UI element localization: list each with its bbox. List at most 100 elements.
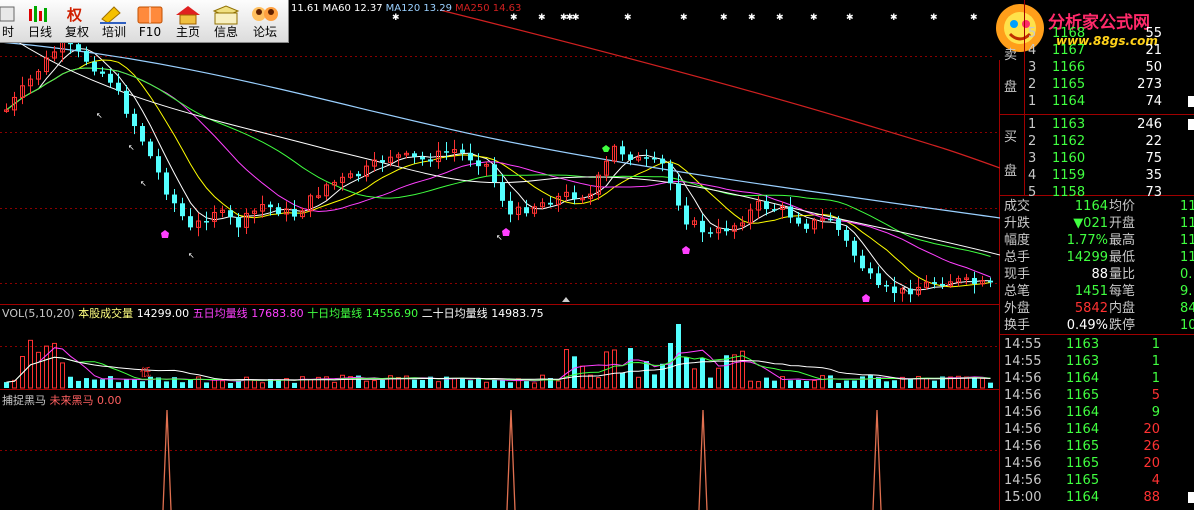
toolbar-button-label: F10	[138, 25, 162, 39]
toolbar-button-4[interactable]: F10	[132, 2, 168, 40]
daily-kline-icon	[29, 6, 47, 22]
arrow-marker: ↖	[188, 251, 195, 260]
volume-bar	[764, 377, 769, 388]
sell-level: 5	[1028, 26, 1037, 41]
sell-volume: 21	[1145, 43, 1162, 58]
volume-bar	[972, 377, 977, 388]
tick-price: 1165	[1066, 388, 1100, 403]
tick-price: 1163	[1066, 337, 1100, 352]
toolbar-button-label: 信息	[213, 25, 238, 39]
low-marker: 低	[140, 366, 151, 379]
toolbar-button-2[interactable]: 权复权	[59, 2, 95, 40]
candle-body	[524, 207, 529, 214]
volume-bar	[260, 382, 265, 389]
top-marker: ✱	[680, 13, 688, 23]
candle-body	[116, 82, 121, 91]
indicator-spikes	[162, 409, 882, 510]
toolbar-button-6[interactable]: 信息	[208, 2, 244, 40]
buy-level: 2	[1028, 134, 1037, 149]
tick-price: 1164	[1066, 405, 1100, 420]
buy-level: 3	[1028, 151, 1037, 166]
stat-label: 最低	[1109, 250, 1136, 265]
candle-body	[148, 141, 153, 157]
volume-bar	[692, 368, 697, 389]
stat-value: 11	[1180, 233, 1194, 248]
volume-bar	[244, 376, 249, 389]
volume-bar	[652, 374, 657, 388]
top-marker: ✱	[538, 13, 546, 23]
candle-body	[428, 159, 433, 162]
sell-level: 4	[1028, 43, 1037, 58]
buy-price: 1162	[1052, 134, 1086, 149]
home-icon	[176, 6, 200, 25]
candle-body	[628, 154, 633, 161]
volume-bar	[580, 365, 585, 389]
stat-label: 跌停	[1109, 318, 1136, 333]
candle-body	[700, 220, 705, 233]
stat-label: 量比	[1109, 267, 1136, 282]
candlestick-series	[4, 27, 993, 303]
stat-label: 幅度	[1004, 233, 1031, 248]
volume-bar	[772, 380, 777, 388]
tick-volume: 88	[1143, 490, 1160, 505]
volume-bar	[484, 381, 489, 389]
toolbar-button-3[interactable]: 培训	[96, 2, 132, 40]
candle-body	[412, 153, 417, 157]
toolbar-button-label: 日线	[27, 25, 52, 39]
arrow-marker: ↖	[128, 143, 135, 152]
volume-bar	[612, 349, 617, 389]
candle-body	[652, 157, 657, 160]
volume-bar	[828, 375, 833, 388]
stat-value: 9.	[1180, 284, 1193, 299]
volume-legend: VOL(5,10,20) 本股成交量 14299.00 五日均量线 17683.…	[2, 306, 544, 320]
toolbar-button-1[interactable]: 日线	[22, 2, 58, 40]
sell-price: 1165	[1052, 77, 1086, 92]
tick-volume: 4	[1151, 473, 1160, 488]
tick-volume: 5	[1151, 388, 1160, 403]
candle-body	[572, 192, 577, 200]
top-marker: ✱	[748, 13, 756, 23]
volume-bar	[836, 382, 841, 388]
quote-panel: 卖盘 5 1168 55 4 1167 21 3 1166 50 2 1165 273 1 1164 74 买盘…	[1000, 0, 1194, 510]
volume-bar	[412, 379, 417, 388]
stat-value: 11	[1180, 250, 1194, 265]
volume-bar	[884, 381, 889, 388]
candle-body	[988, 280, 993, 283]
candle-body	[644, 157, 649, 159]
tick-time: 14:56	[1004, 422, 1042, 437]
volume-bar	[372, 380, 377, 389]
ma-legend-item: MA60 12.37	[322, 3, 383, 14]
volume-bar	[628, 348, 633, 388]
forum-icon	[252, 7, 278, 21]
arrow-marker: ↖	[902, 285, 909, 294]
legend-item: 14983.75	[491, 307, 544, 320]
sell-price: 1166	[1052, 60, 1086, 75]
top-marker: ✱	[572, 13, 580, 23]
tick-time: 14:55	[1004, 354, 1042, 369]
buy-signal-marker	[862, 294, 870, 302]
stat-value: 88	[1091, 267, 1108, 282]
toolbar-button-5[interactable]: 主页	[170, 2, 206, 40]
candle-body	[92, 61, 97, 72]
indicator-spike	[872, 409, 882, 510]
chart-canvas[interactable]: ✱ ✱ ✱ ✱✱✱ ✱ ✱ ✱ ✱ ✱ ✱ ✱ ✱ ✱ ✱↖↖↖↖↖↖ VOL(5,10,20) 本股成交…	[0, 0, 1000, 510]
buy-price: 1160	[1052, 151, 1086, 166]
stat-value: 1.77%	[1066, 233, 1108, 248]
buy-signal-marker	[161, 230, 169, 238]
volume-bar	[732, 354, 737, 389]
volume-bar	[124, 379, 129, 388]
volume-bar	[860, 376, 865, 388]
volume-bar	[380, 379, 385, 388]
toolbar-button-7[interactable]: 论坛	[247, 2, 283, 40]
candle-body	[804, 223, 809, 229]
volume-bar	[644, 361, 649, 388]
volume-bar	[468, 380, 473, 388]
tick-volume: 1	[1151, 337, 1160, 352]
buy-signal-marker	[502, 228, 510, 236]
ma-line	[6, 47, 991, 291]
toolbar-button-label: 论坛	[252, 25, 277, 39]
volume-bar	[756, 381, 761, 389]
volume-bar	[180, 382, 185, 388]
stat-value: 1164	[1074, 199, 1108, 214]
green-signal-marker	[602, 145, 610, 152]
